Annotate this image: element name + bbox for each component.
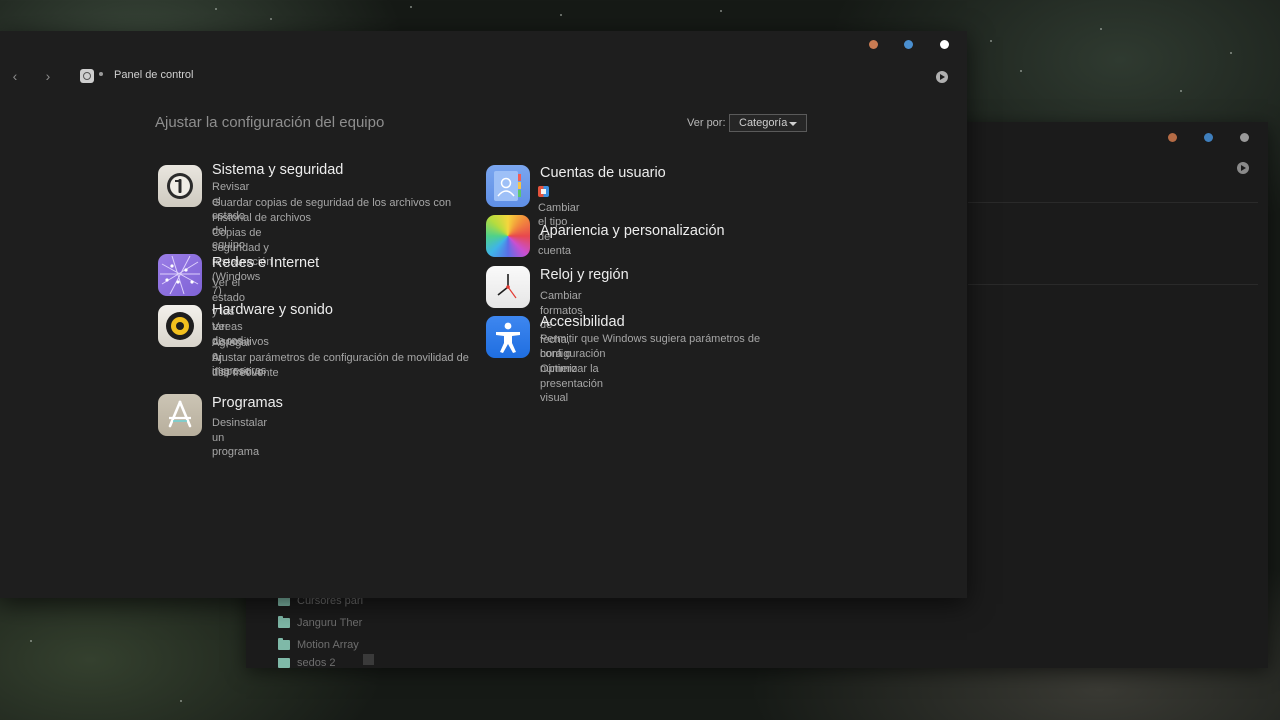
bg-window-dot-blue [1204, 133, 1213, 142]
clock-icon[interactable] [486, 266, 530, 308]
bg-divider [968, 202, 1258, 203]
view-by-select[interactable]: Categoría [729, 114, 807, 132]
page-title: Ajustar la configuración del equipo [155, 114, 385, 131]
category-title[interactable]: Sistema y seguridad [212, 162, 343, 178]
breadcrumb[interactable]: Panel de control [114, 69, 194, 81]
category-link[interactable]: Permitir que Windows sugiera parámetros … [540, 332, 790, 361]
view-by-label: Ver por: [687, 117, 726, 129]
folder-icon [278, 616, 290, 628]
category-title[interactable]: Apariencia y personalización [540, 223, 725, 239]
bg-divider [968, 284, 1258, 285]
accessibility-icon[interactable] [486, 316, 530, 358]
forward-arrow-icon[interactable]: › [41, 68, 55, 84]
control-panel-icon [80, 69, 94, 83]
bg-window-dot-orange [1168, 133, 1177, 142]
bg-folder-item[interactable]: sedos 2 [278, 658, 336, 668]
bg-window-dot-grey [1240, 133, 1249, 142]
category-link[interactable]: Guardar copias de seguridad de los archi… [212, 196, 472, 225]
uac-shield-icon [538, 186, 549, 197]
window-dot-white[interactable] [940, 40, 949, 49]
speaker-icon[interactable] [158, 305, 202, 347]
bg-small-square [363, 654, 374, 665]
category-link[interactable]: Optimizar la presentación visual [540, 362, 603, 406]
category-title[interactable]: Redes e Internet [212, 255, 319, 271]
folder-label: sedos 2 [297, 658, 336, 668]
bg-window-play-icon[interactable] [1237, 162, 1249, 174]
app-store-icon[interactable] [158, 394, 202, 436]
category-link[interactable]: Desinstalar un programa [212, 416, 267, 460]
security-key-icon[interactable] [158, 165, 202, 207]
chevron-down-icon [789, 122, 797, 126]
color-palette-icon[interactable] [486, 215, 530, 257]
folder-icon [278, 658, 290, 668]
network-globe-icon[interactable] [158, 254, 202, 296]
contacts-icon[interactable] [486, 165, 530, 207]
category-title[interactable]: Accesibilidad [540, 314, 625, 330]
category-title[interactable]: Programas [212, 395, 283, 411]
view-by-value: Categoría [739, 117, 788, 129]
window-dot-orange[interactable] [869, 40, 878, 49]
folder-label: Motion Array [297, 639, 359, 651]
control-panel-window[interactable]: ‹ › Panel de control Ajustar la configur… [0, 31, 967, 598]
category-title[interactable]: Cuentas de usuario [540, 165, 666, 181]
bg-folder-item[interactable]: Janguru Ther [278, 614, 362, 632]
folder-icon [278, 638, 290, 650]
category-title[interactable]: Reloj y región [540, 267, 629, 283]
window-dot-blue[interactable] [904, 40, 913, 49]
bg-folder-item[interactable]: Motion Array [278, 636, 359, 654]
category-link[interactable]: Ajustar parámetros de configuración de m… [212, 351, 482, 380]
category-title[interactable]: Hardware y sonido [212, 302, 333, 318]
back-arrow-icon[interactable]: ‹ [8, 68, 22, 84]
breadcrumb-separator-icon [99, 72, 103, 76]
folder-label: Janguru Ther [297, 617, 363, 629]
play-icon[interactable] [936, 71, 948, 83]
